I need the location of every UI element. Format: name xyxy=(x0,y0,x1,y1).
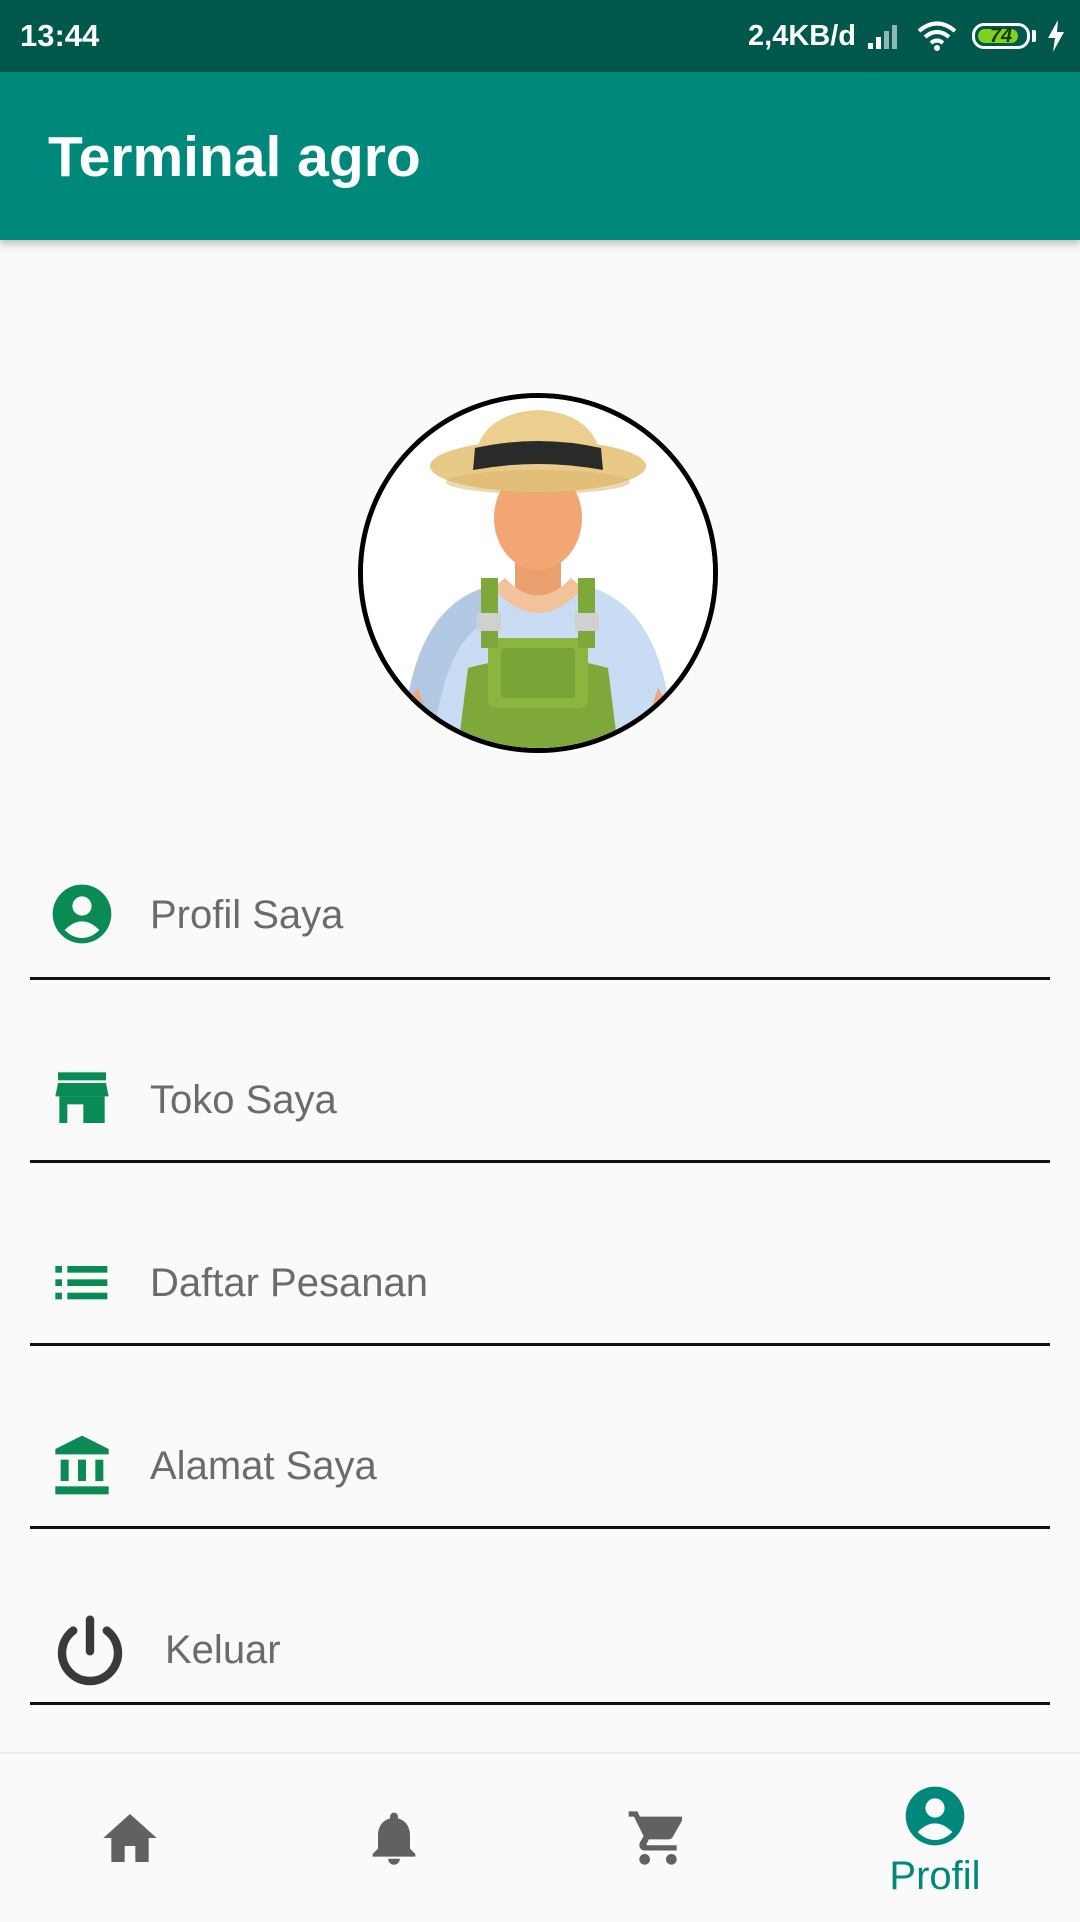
battery-icon: 74 xyxy=(972,23,1030,49)
menu-item-daftar-pesanan[interactable]: Daftar Pesanan xyxy=(30,1226,1050,1346)
nav-cart[interactable] xyxy=(540,1754,810,1922)
menu-item-toko-saya[interactable]: Toko Saya xyxy=(30,1043,1050,1163)
wifi-icon xyxy=(917,21,957,51)
status-time: 13:44 xyxy=(20,18,100,53)
menu-label-alamat-saya: Alamat Saya xyxy=(150,1444,377,1488)
divider xyxy=(30,1160,1050,1163)
home-icon xyxy=(103,1814,157,1862)
nav-label-profil: Profil xyxy=(889,1854,981,1898)
status-bar: 13:44 2,4KB/d 74 xyxy=(0,0,1080,72)
menu-label-toko-saya: Toko Saya xyxy=(150,1078,337,1122)
nav-home[interactable] xyxy=(0,1754,270,1922)
divider xyxy=(30,977,1050,980)
account-circle-icon xyxy=(905,1786,965,1846)
profile-avatar[interactable] xyxy=(358,393,718,753)
power-icon xyxy=(57,1615,123,1686)
menu-item-keluar[interactable]: Keluar xyxy=(30,1585,1050,1705)
divider xyxy=(30,1526,1050,1529)
signal-icon xyxy=(868,25,897,49)
page-title: Terminal agro xyxy=(48,125,421,189)
network-speed: 2,4KB/d xyxy=(748,19,856,52)
divider xyxy=(30,1702,1050,1705)
list-icon xyxy=(55,1266,108,1300)
charging-icon xyxy=(1048,20,1064,52)
bell-icon xyxy=(372,1812,416,1865)
divider xyxy=(30,1343,1050,1346)
bank-icon xyxy=(55,1435,109,1495)
status-indicators: 2,4KB/d 74 xyxy=(748,16,1066,56)
store-icon xyxy=(55,1072,109,1123)
app-bar: Terminal agro xyxy=(0,72,1080,240)
cart-icon xyxy=(628,1811,682,1865)
menu-label-profil-saya: Profil Saya xyxy=(150,893,344,937)
menu-label-daftar-pesanan: Daftar Pesanan xyxy=(150,1261,428,1305)
account-circle-icon xyxy=(52,884,112,944)
menu-item-alamat-saya[interactable]: Alamat Saya xyxy=(30,1409,1050,1529)
bottom-navigation: Profil xyxy=(0,1752,1080,1922)
nav-profile[interactable]: Profil xyxy=(810,1754,1080,1922)
battery-level: 74 xyxy=(989,24,1013,47)
menu-label-keluar: Keluar xyxy=(165,1628,281,1672)
menu-item-profil-saya[interactable]: Profil Saya xyxy=(30,860,1050,980)
nav-notifications[interactable] xyxy=(270,1754,540,1922)
farmer-avatar-image xyxy=(363,398,713,748)
